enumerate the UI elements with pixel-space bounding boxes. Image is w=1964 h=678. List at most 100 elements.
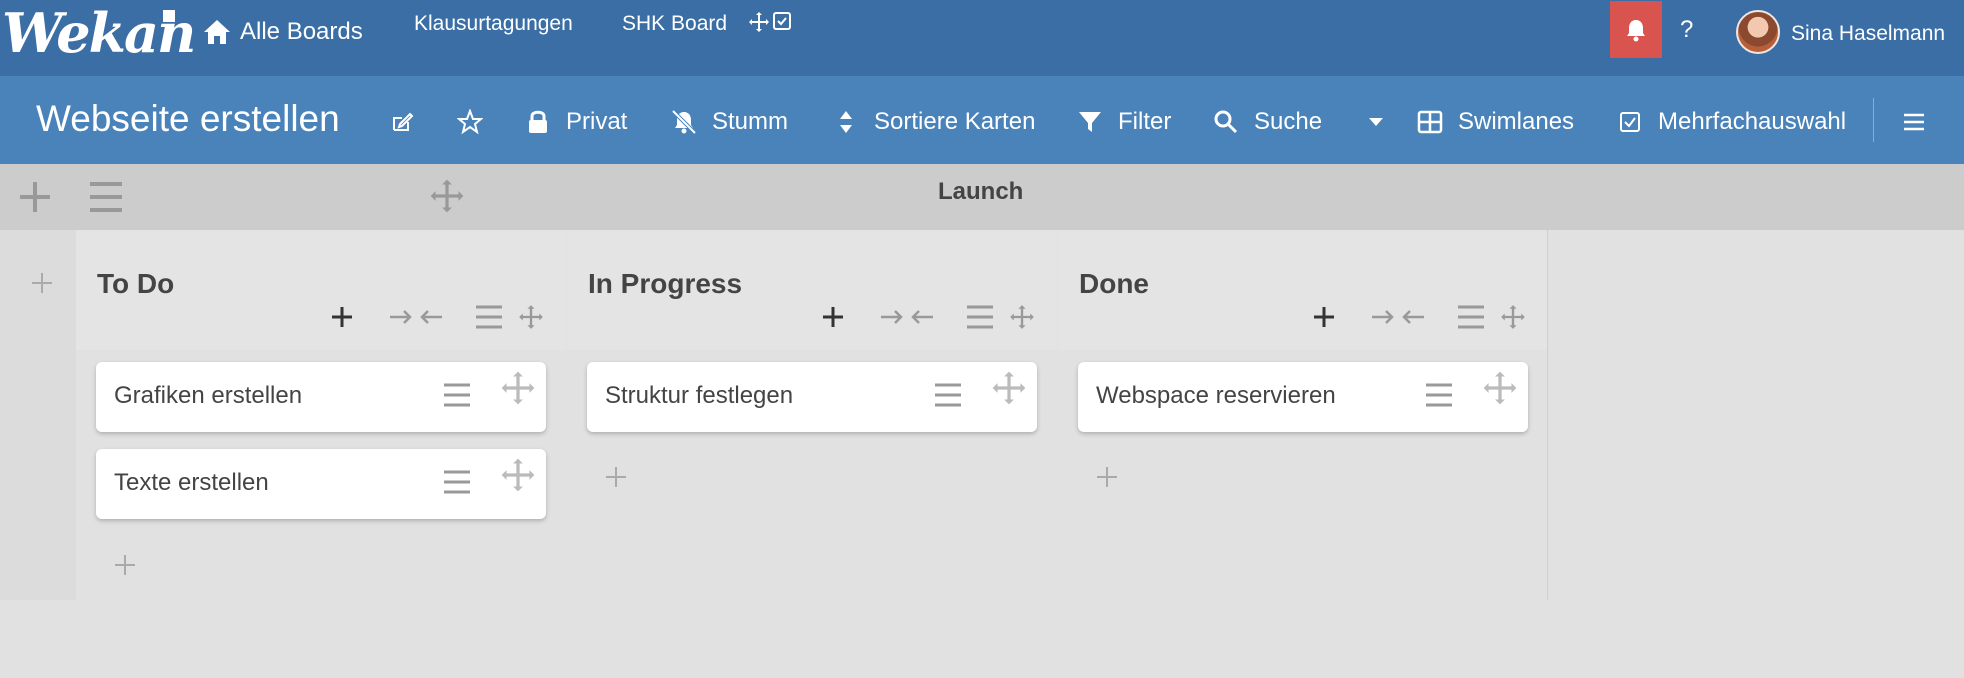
add-swimlane-icon[interactable] [18, 180, 52, 214]
plus-icon [1314, 307, 1334, 327]
card-move-icon[interactable] [991, 370, 1027, 406]
collapse-list-button[interactable] [1370, 301, 1426, 333]
star-board-button[interactable] [456, 106, 484, 138]
card-title: Texte erstellen [114, 469, 269, 496]
move-icon [519, 305, 543, 329]
hamburger-icon [1458, 305, 1484, 329]
collapse-list-button[interactable] [879, 301, 935, 333]
list-title[interactable]: In Progress [588, 268, 742, 300]
card[interactable]: Webspace reservieren [1078, 362, 1528, 432]
list-header: Done [1058, 230, 1548, 350]
card-title: Webspace reservieren [1096, 382, 1336, 409]
sort-cards-button[interactable]: Sortiere Karten [832, 106, 1035, 138]
card[interactable]: Struktur festlegen [587, 362, 1037, 432]
bell-icon [1627, 19, 1645, 41]
card[interactable]: Grafiken erstellen [96, 362, 546, 432]
view-dropdown-toggle[interactable] [1362, 106, 1390, 138]
search-button[interactable]: Suche [1212, 106, 1322, 138]
list-menu-button[interactable] [965, 301, 995, 333]
checkbox-icon [1616, 108, 1644, 136]
star-icon [456, 108, 484, 136]
add-card-icon[interactable] [114, 554, 136, 576]
list-title[interactable]: To Do [97, 268, 174, 300]
list-menu-button[interactable] [474, 301, 504, 333]
collapse-arrows-icon [1372, 310, 1424, 324]
card[interactable]: Texte erstellen [96, 449, 546, 519]
board-link-klausurtagungen[interactable]: Klausurtagungen [414, 12, 573, 36]
multiselect-button[interactable]: Mehrfachauswahl [1616, 106, 1846, 138]
checkbox-icon [773, 12, 791, 30]
search-label: Suche [1254, 108, 1323, 135]
card-move-icon[interactable] [500, 457, 536, 493]
logo-square [163, 10, 175, 22]
board-link-shk-board[interactable]: SHK Board [622, 12, 727, 36]
add-card-icon[interactable] [605, 466, 627, 488]
card-menu-icon[interactable] [933, 382, 963, 408]
plus-icon [823, 307, 843, 327]
help-link[interactable]: ? [1680, 16, 1693, 44]
add-list-column [0, 230, 76, 600]
all-boards-link[interactable]: Alle Boards [202, 14, 363, 50]
sort-icon [832, 108, 860, 136]
list-drag-handle[interactable] [1009, 301, 1035, 333]
home-icon [204, 20, 230, 44]
move-icon [1501, 305, 1525, 329]
list-drag-handle[interactable] [1500, 301, 1526, 333]
card-move-icon[interactable] [1482, 370, 1518, 406]
collapse-arrows-icon [390, 310, 442, 324]
plus-icon [332, 307, 352, 327]
list-menu-button[interactable] [1456, 301, 1486, 333]
add-list-icon[interactable] [31, 272, 53, 294]
filter-button[interactable]: Filter [1076, 106, 1171, 138]
lock-icon [524, 108, 552, 136]
list-drag-handle[interactable] [518, 301, 544, 333]
bell-slash-icon [670, 108, 698, 136]
username[interactable]: Sina Haselmann [1791, 22, 1945, 46]
mute-label: Stumm [712, 108, 789, 135]
mute-button[interactable]: Stumm [670, 106, 788, 138]
top-header: Wekan Alle Boards Klausurtagungen SHK Bo… [0, 0, 1964, 76]
search-icon [1212, 108, 1240, 136]
list-done: Done Webspace reservieren [1058, 230, 1548, 600]
swimlanes-view-button[interactable]: Swimlanes [1416, 106, 1574, 138]
table-icon [1416, 108, 1444, 136]
caret-down-icon [1362, 108, 1390, 136]
hamburger-icon [967, 305, 993, 329]
swimlane-menu-icon[interactable] [88, 180, 124, 214]
board-menu-button[interactable] [1900, 106, 1928, 138]
list-divider [1547, 230, 1548, 600]
card-menu-icon[interactable] [442, 382, 472, 408]
swimlanes-label: Swimlanes [1458, 108, 1575, 135]
hamburger-icon [476, 305, 502, 329]
move-icon [749, 12, 769, 32]
card-move-icon[interactable] [500, 370, 536, 406]
list-tools [76, 301, 566, 333]
edit-board-button[interactable] [388, 106, 416, 138]
list-to-do: To Do Grafiken erstellen Texte erstellen [76, 230, 566, 600]
add-card-top-button[interactable] [1312, 301, 1336, 333]
card-menu-icon[interactable] [1424, 382, 1454, 408]
list-header: In Progress [567, 230, 1057, 350]
add-card-top-button[interactable] [330, 301, 354, 333]
avatar[interactable] [1736, 10, 1780, 54]
notifications-button[interactable] [1610, 1, 1662, 58]
add-card-icon[interactable] [1096, 466, 1118, 488]
collapse-arrows-icon [881, 310, 933, 324]
collapse-list-button[interactable] [388, 301, 444, 333]
swimlane-move-icon[interactable] [429, 178, 465, 214]
add-card-top-button[interactable] [821, 301, 845, 333]
swimlane-title[interactable]: Launch [938, 178, 1023, 206]
card-title: Grafiken erstellen [114, 382, 303, 409]
board-title[interactable]: Webseite erstellen [36, 98, 340, 140]
move-icon [1010, 305, 1034, 329]
privacy-button[interactable]: Privat [524, 106, 627, 138]
filter-label: Filter [1118, 108, 1172, 135]
edit-icon [388, 108, 416, 136]
all-boards-label: Alle Boards [240, 18, 363, 45]
privacy-label: Privat [566, 108, 628, 135]
card-menu-icon[interactable] [442, 469, 472, 495]
drag-handles-toggle[interactable] [748, 11, 792, 33]
list-tools [1058, 301, 1548, 333]
list-title[interactable]: Done [1079, 268, 1149, 300]
list-header: To Do [76, 230, 566, 350]
